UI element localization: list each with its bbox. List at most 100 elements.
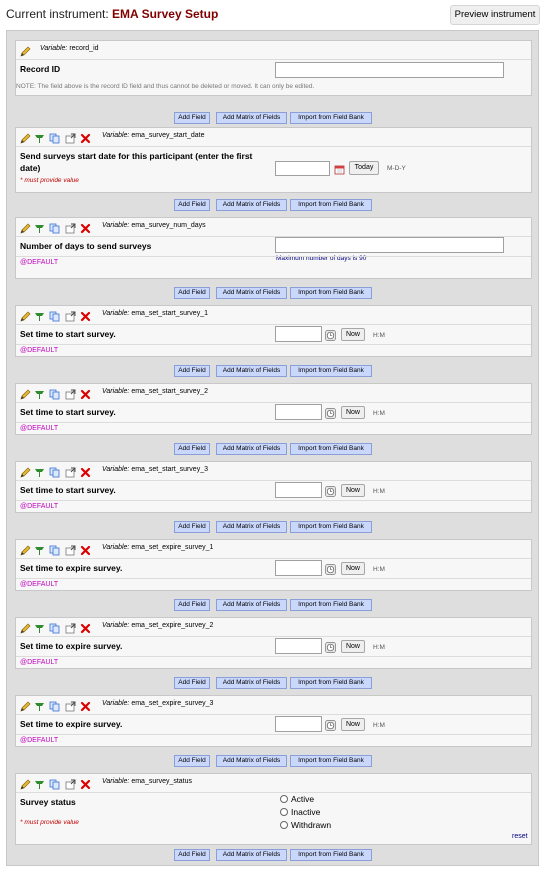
time-input[interactable]	[275, 404, 322, 420]
branching-logic-icon[interactable]	[34, 699, 45, 711]
edit-pencil-icon[interactable]	[20, 699, 31, 712]
copy-field-icon[interactable]	[49, 131, 60, 144]
branching-logic-icon[interactable]	[34, 777, 45, 789]
clock-icon[interactable]	[325, 718, 336, 731]
preview-instrument-button[interactable]: Preview instrument	[450, 5, 540, 25]
copy-field-icon[interactable]	[49, 309, 60, 322]
num-days-input[interactable]	[275, 237, 504, 253]
copy-field-icon[interactable]	[49, 699, 60, 712]
record-id-input[interactable]	[275, 62, 504, 78]
now-button[interactable]: Now	[341, 718, 365, 731]
branching-logic-icon[interactable]	[34, 221, 45, 233]
move-field-icon[interactable]	[65, 699, 76, 712]
delete-field-icon[interactable]	[80, 777, 91, 790]
import-field-bank-button[interactable]: Import from Field Bank	[290, 755, 372, 767]
add-field-button[interactable]: Add Field	[174, 112, 210, 124]
copy-field-icon[interactable]	[49, 221, 60, 234]
add-field-button[interactable]: Add Field	[174, 755, 210, 767]
copy-field-icon[interactable]	[49, 621, 60, 634]
edit-pencil-icon[interactable]	[20, 387, 31, 400]
move-field-icon[interactable]	[65, 621, 76, 634]
radio-button[interactable]	[280, 808, 288, 816]
add-field-button[interactable]: Add Field	[174, 677, 210, 689]
copy-field-icon[interactable]	[49, 465, 60, 478]
edit-pencil-icon[interactable]	[20, 621, 31, 634]
branching-logic-icon[interactable]	[34, 131, 45, 143]
move-field-icon[interactable]	[65, 309, 76, 322]
move-field-icon[interactable]	[65, 131, 76, 144]
edit-pencil-icon[interactable]	[20, 777, 31, 790]
now-button[interactable]: Now	[341, 328, 365, 341]
branching-logic-icon[interactable]	[34, 543, 45, 555]
add-matrix-button[interactable]: Add Matrix of Fields	[216, 287, 287, 299]
radio-option-active[interactable]: Active	[280, 794, 314, 804]
time-input[interactable]	[275, 716, 322, 732]
add-matrix-button[interactable]: Add Matrix of Fields	[216, 199, 287, 211]
edit-pencil-icon[interactable]	[20, 465, 31, 478]
move-field-icon[interactable]	[65, 543, 76, 556]
delete-field-icon[interactable]	[80, 309, 91, 322]
edit-pencil-icon[interactable]	[20, 131, 31, 144]
clock-icon[interactable]	[325, 406, 336, 419]
calendar-icon[interactable]	[334, 162, 345, 175]
radio-option-inactive[interactable]: Inactive	[280, 807, 320, 817]
start-date-input[interactable]	[275, 161, 330, 176]
move-field-icon[interactable]	[65, 221, 76, 234]
time-input[interactable]	[275, 638, 322, 654]
radio-button[interactable]	[280, 821, 288, 829]
edit-pencil-icon[interactable]	[20, 309, 31, 322]
copy-field-icon[interactable]	[49, 387, 60, 400]
add-matrix-button[interactable]: Add Matrix of Fields	[216, 443, 287, 455]
now-button[interactable]: Now	[341, 562, 365, 575]
delete-field-icon[interactable]	[80, 621, 91, 634]
now-button[interactable]: Now	[341, 406, 365, 419]
move-field-icon[interactable]	[65, 465, 76, 478]
clock-icon[interactable]	[325, 640, 336, 653]
add-field-button[interactable]: Add Field	[174, 199, 210, 211]
today-button[interactable]: Today	[349, 161, 379, 175]
delete-field-icon[interactable]	[80, 465, 91, 478]
add-field-button[interactable]: Add Field	[174, 365, 210, 377]
time-input[interactable]	[275, 560, 322, 576]
add-matrix-button[interactable]: Add Matrix of Fields	[216, 599, 287, 611]
reset-link[interactable]: reset	[512, 833, 528, 840]
import-field-bank-button[interactable]: Import from Field Bank	[290, 443, 372, 455]
import-field-bank-button[interactable]: Import from Field Bank	[290, 849, 372, 861]
delete-field-icon[interactable]	[80, 387, 91, 400]
clock-icon[interactable]	[325, 484, 336, 497]
import-field-bank-button[interactable]: Import from Field Bank	[290, 599, 372, 611]
clock-icon[interactable]	[325, 328, 336, 341]
add-matrix-button[interactable]: Add Matrix of Fields	[216, 849, 287, 861]
add-matrix-button[interactable]: Add Matrix of Fields	[216, 677, 287, 689]
edit-pencil-icon[interactable]	[20, 543, 31, 556]
import-field-bank-button[interactable]: Import from Field Bank	[290, 677, 372, 689]
clock-icon[interactable]	[325, 562, 336, 575]
branching-logic-icon[interactable]	[34, 309, 45, 321]
import-field-bank-button[interactable]: Import from Field Bank	[290, 365, 372, 377]
now-button[interactable]: Now	[341, 484, 365, 497]
edit-pencil-icon[interactable]	[20, 221, 31, 234]
time-input[interactable]	[275, 326, 322, 342]
move-field-icon[interactable]	[65, 387, 76, 400]
now-button[interactable]: Now	[341, 640, 365, 653]
delete-field-icon[interactable]	[80, 131, 91, 144]
time-input[interactable]	[275, 482, 322, 498]
branching-logic-icon[interactable]	[34, 465, 45, 477]
add-field-button[interactable]: Add Field	[174, 521, 210, 533]
copy-field-icon[interactable]	[49, 543, 60, 556]
add-field-button[interactable]: Add Field	[174, 849, 210, 861]
delete-field-icon[interactable]	[80, 699, 91, 712]
radio-option-withdrawn[interactable]: Withdrawn	[280, 820, 331, 830]
edit-pencil-icon[interactable]	[20, 44, 31, 57]
add-matrix-button[interactable]: Add Matrix of Fields	[216, 521, 287, 533]
branching-logic-icon[interactable]	[34, 387, 45, 399]
copy-field-icon[interactable]	[49, 777, 60, 790]
delete-field-icon[interactable]	[80, 543, 91, 556]
import-field-bank-button[interactable]: Import from Field Bank	[290, 287, 372, 299]
import-field-bank-button[interactable]: Import from Field Bank	[290, 521, 372, 533]
add-field-button[interactable]: Add Field	[174, 443, 210, 455]
add-matrix-button[interactable]: Add Matrix of Fields	[216, 755, 287, 767]
add-field-button[interactable]: Add Field	[174, 599, 210, 611]
add-matrix-button[interactable]: Add Matrix of Fields	[216, 365, 287, 377]
delete-field-icon[interactable]	[80, 221, 91, 234]
